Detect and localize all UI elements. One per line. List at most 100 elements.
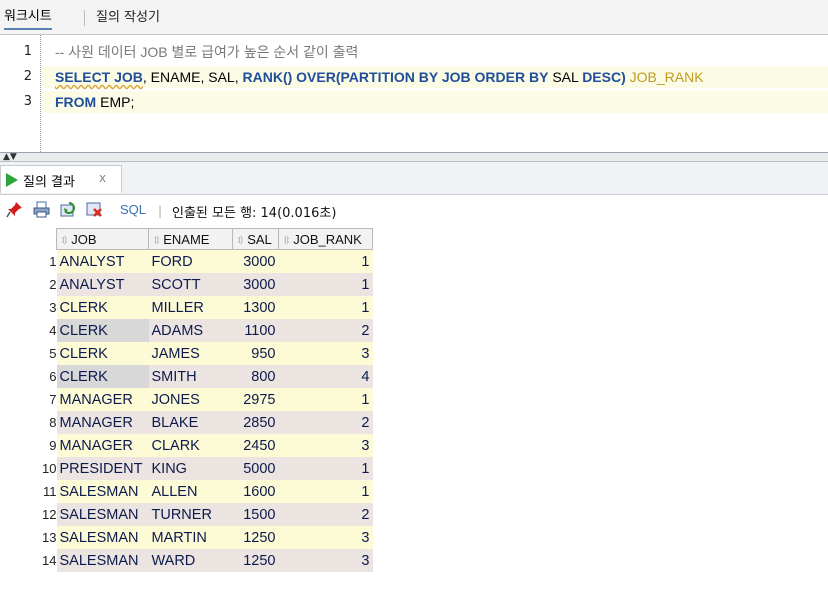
panel-splitter[interactable]: ▲▼ <box>0 153 828 162</box>
export-icon[interactable] <box>86 201 103 218</box>
result-tabbar: 질의 결과 x <box>0 162 828 195</box>
cell-sal[interactable]: 800 <box>232 365 279 388</box>
row-number: 2 <box>49 277 57 292</box>
cell-job[interactable]: SALESMAN <box>56 526 149 549</box>
table-row[interactable]: 4 CLERK ADAMS 1100 2 <box>0 319 373 342</box>
cell-job-rank[interactable]: 2 <box>278 319 373 342</box>
table-row[interactable]: 5 CLERK JAMES 950 3 <box>0 342 373 365</box>
cell-ename[interactable]: BLAKE <box>148 411 233 434</box>
cell-sal[interactable]: 1250 <box>232 526 279 549</box>
table-row[interactable]: 9 MANAGER CLARK 2450 3 <box>0 434 373 457</box>
tab-query-result[interactable]: 질의 결과 x <box>0 165 122 193</box>
cell-ename[interactable]: TURNER <box>148 503 233 526</box>
cell-job-rank[interactable]: 2 <box>278 411 373 434</box>
print-icon[interactable] <box>33 201 50 218</box>
code-line-1[interactable]: -- 사원 데이터 JOB 별로 급여가 높은 순서 같이 출력 <box>55 41 358 63</box>
column-header-job-rank[interactable]: ⇳ JOB_RANK <box>278 228 373 250</box>
cell-job[interactable]: MANAGER <box>56 411 149 434</box>
cell-job-rank[interactable]: 1 <box>278 388 373 411</box>
pin-icon[interactable] <box>6 201 23 218</box>
cell-sal[interactable]: 2975 <box>232 388 279 411</box>
cell-ename[interactable]: SCOTT <box>148 273 233 296</box>
sql-button[interactable]: SQL <box>120 202 146 217</box>
tab-worksheet[interactable]: 워크시트 <box>4 6 52 30</box>
column-header-ename[interactable]: ⇳ ENAME <box>148 228 233 250</box>
cell-job-rank[interactable]: 1 <box>278 457 373 480</box>
cell-job-rank[interactable]: 1 <box>278 480 373 503</box>
cell-sal[interactable]: 1600 <box>232 480 279 503</box>
cell-job[interactable]: CLERK <box>56 342 149 365</box>
cell-sal[interactable]: 1500 <box>232 503 279 526</box>
cell-job[interactable]: MANAGER <box>56 388 149 411</box>
table-row[interactable]: 13 SALESMAN MARTIN 1250 3 <box>0 526 373 549</box>
sql-editor[interactable]: 1 2 3 -- 사원 데이터 JOB 별로 급여가 높은 순서 같이 출력 S… <box>0 35 828 153</box>
table-row[interactable]: 3 CLERK MILLER 1300 1 <box>0 296 373 319</box>
table-row[interactable]: 7 MANAGER JONES 2975 1 <box>0 388 373 411</box>
refresh-icon[interactable] <box>60 201 77 218</box>
column-header-sal[interactable]: ⇳ SAL <box>232 228 279 250</box>
cell-job-rank[interactable]: 3 <box>278 434 373 457</box>
table-row[interactable]: 1 ANALYST FORD 3000 1 <box>0 249 373 273</box>
table-row[interactable]: 8 MANAGER BLAKE 2850 2 <box>0 411 373 434</box>
cell-sal[interactable]: 3000 <box>232 273 279 296</box>
cell-job-rank[interactable]: 1 <box>278 249 373 273</box>
table-row[interactable]: 2 ANALYST SCOTT 3000 1 <box>0 273 373 296</box>
cell-sal[interactable]: 3000 <box>232 249 279 273</box>
cell-ename[interactable]: JONES <box>148 388 233 411</box>
grid-body: 1 ANALYST FORD 3000 1 2 ANALYST SCOTT 3000 1 3 CLER… <box>0 249 373 572</box>
cell-ename[interactable]: SMITH <box>148 365 233 388</box>
cell-job-rank[interactable]: 2 <box>278 503 373 526</box>
cell-sal[interactable]: 1250 <box>232 549 279 572</box>
cell-ename[interactable]: MILLER <box>148 296 233 319</box>
row-number: 3 <box>49 300 57 315</box>
row-number: 4 <box>49 323 57 338</box>
tab-query-builder[interactable]: 질의 작성기 <box>96 6 160 30</box>
cell-job[interactable]: ANALYST <box>56 249 149 273</box>
cell-job-rank[interactable]: 3 <box>278 526 373 549</box>
cell-ename[interactable]: KING <box>148 457 233 480</box>
cell-job[interactable]: CLERK <box>56 296 149 319</box>
close-icon[interactable]: x <box>99 171 106 185</box>
cell-sal[interactable]: 1300 <box>232 296 279 319</box>
cell-ename[interactable]: ADAMS <box>148 319 233 342</box>
cell-job[interactable]: CLERK <box>56 319 149 342</box>
cell-ename[interactable]: WARD <box>148 549 233 572</box>
cell-ename[interactable]: JAMES <box>148 342 233 365</box>
table-row[interactable]: 14 SALESMAN WARD 1250 3 <box>0 549 373 572</box>
table-row[interactable]: 10 PRESIDENT KING 5000 1 <box>0 457 373 480</box>
result-tab-label: 질의 결과 <box>23 175 75 190</box>
cell-job[interactable]: ANALYST <box>56 273 149 296</box>
cell-job[interactable]: PRESIDENT <box>56 457 149 480</box>
cell-ename[interactable]: CLARK <box>148 434 233 457</box>
cell-job-rank[interactable]: 3 <box>278 342 373 365</box>
cell-job-rank[interactable]: 3 <box>278 549 373 572</box>
cell-job[interactable]: MANAGER <box>56 434 149 457</box>
sql-keyword: DESC) <box>582 69 626 85</box>
table-row[interactable]: 6 CLERK SMITH 800 4 <box>0 365 373 388</box>
row-number: 1 <box>49 253 57 269</box>
splitter-arrows-icon[interactable]: ▲▼ <box>3 153 17 162</box>
result-grid[interactable]: ⇳ JOB ⇳ ENAME ⇳ SAL ⇳ JOB_RANK 1 ANALYST FORD 3… <box>0 228 373 572</box>
code-line-3[interactable]: FROM EMP; <box>42 91 828 113</box>
row-number: 8 <box>49 415 57 430</box>
table-row[interactable]: 11 SALESMAN ALLEN 1600 1 <box>0 480 373 503</box>
cell-sal[interactable]: 5000 <box>232 457 279 480</box>
cell-job-rank[interactable]: 1 <box>278 273 373 296</box>
cell-ename[interactable]: FORD <box>148 249 233 273</box>
cell-ename[interactable]: ALLEN <box>148 480 233 503</box>
code-line-2[interactable]: SELECT JOB, ENAME, SAL, RANK() OVER(PART… <box>42 66 828 88</box>
cell-job[interactable]: CLERK <box>56 365 149 388</box>
cell-job-rank[interactable]: 1 <box>278 296 373 319</box>
cell-ename[interactable]: MARTIN <box>148 526 233 549</box>
table-row[interactable]: 12 SALESMAN TURNER 1500 2 <box>0 503 373 526</box>
cell-sal[interactable]: 2450 <box>232 434 279 457</box>
column-header-job[interactable]: ⇳ JOB <box>56 228 149 250</box>
cell-job[interactable]: SALESMAN <box>56 503 149 526</box>
sql-comment: -- 사원 데이터 JOB 별로 급여가 높은 순서 같이 출력 <box>55 44 359 60</box>
cell-sal[interactable]: 950 <box>232 342 279 365</box>
cell-job-rank[interactable]: 4 <box>278 365 373 388</box>
cell-sal[interactable]: 1100 <box>232 319 279 342</box>
cell-sal[interactable]: 2850 <box>232 411 279 434</box>
cell-job[interactable]: SALESMAN <box>56 480 149 503</box>
cell-job[interactable]: SALESMAN <box>56 549 149 572</box>
